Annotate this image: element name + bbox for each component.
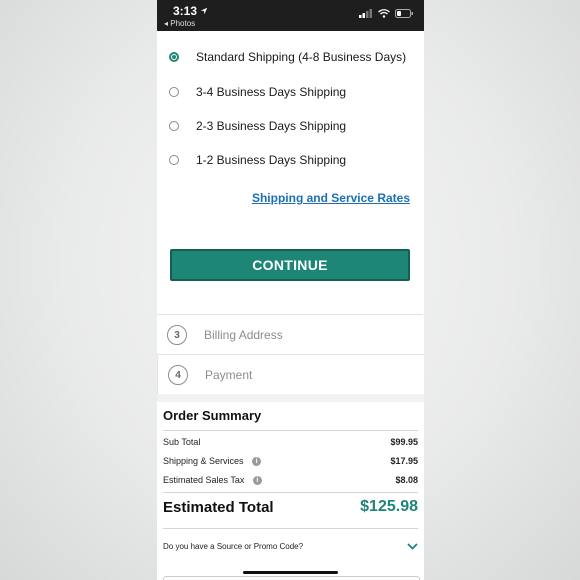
home-indicator (243, 571, 338, 574)
promo-code-label: Do you have a Source or Promo Code? (163, 542, 304, 551)
signal-icon (359, 9, 372, 18)
summary-line-value: $99.95 (390, 437, 418, 447)
section-divider (157, 394, 424, 402)
shipping-option-3-4-days[interactable]: 3-4 Business Days Shipping (169, 82, 346, 102)
shipping-rates-link[interactable]: Shipping and Service Rates (252, 191, 410, 205)
divider (163, 492, 418, 493)
step-number-badge: 4 (168, 365, 188, 385)
step-label: Payment (205, 368, 253, 382)
step-payment[interactable]: 4 Payment (157, 354, 424, 395)
shipping-option-label: 1-2 Business Days Shipping (196, 153, 347, 167)
summary-line-subtotal: Sub Total $99.95 (163, 437, 418, 447)
estimated-total-row: Estimated Total $125.98 (163, 498, 418, 516)
step-number-badge: 3 (167, 325, 187, 345)
estimated-total-value: $125.98 (360, 498, 418, 515)
phone-screen: 3:13 ◂ Photos Standard Shipping (4-8 Bus… (157, 0, 424, 580)
status-icons (359, 9, 414, 18)
estimated-total-label: Estimated Total (163, 498, 274, 516)
status-time: 3:13 (173, 4, 208, 18)
status-time-text: 3:13 (173, 4, 198, 18)
radio-button[interactable] (169, 155, 179, 165)
location-arrow-icon (200, 7, 208, 15)
summary-line-label: Estimated Sales Tax (163, 475, 245, 485)
radio-button-selected[interactable] (169, 52, 179, 62)
summary-line-label: Shipping & Services (163, 456, 244, 466)
divider (163, 528, 418, 529)
shipping-option-2-3-days[interactable]: 2-3 Business Days Shipping (169, 116, 346, 136)
radio-button[interactable] (169, 87, 179, 97)
continue-button[interactable]: CONTINUE (170, 249, 410, 281)
summary-line-shipping: Shipping & Services i $17.95 (163, 456, 418, 467)
summary-line-tax: Estimated Sales Tax i $8.08 (163, 475, 418, 486)
promo-code-toggle[interactable]: Do you have a Source or Promo Code? (163, 542, 418, 551)
summary-line-value: $17.95 (390, 456, 418, 467)
summary-line-value: $8.08 (395, 475, 418, 486)
shipping-option-1-2-days[interactable]: 1-2 Business Days Shipping (169, 150, 346, 170)
step-billing-address[interactable]: 3 Billing Address (157, 314, 423, 355)
next-section-edge (163, 576, 420, 580)
radio-button[interactable] (169, 121, 179, 131)
chevron-down-icon (407, 543, 418, 550)
step-label: Billing Address (204, 328, 283, 342)
info-icon[interactable]: i (252, 476, 262, 486)
status-bar: 3:13 ◂ Photos (157, 0, 424, 31)
shipping-option-label: Standard Shipping (4-8 Business Days) (196, 50, 407, 64)
info-icon[interactable]: i (252, 457, 262, 467)
summary-line-label: Sub Total (163, 437, 201, 447)
shipping-option-label: 3-4 Business Days Shipping (196, 85, 347, 99)
back-to-photos-link[interactable]: ◂ Photos (164, 19, 195, 28)
battery-icon (395, 9, 413, 18)
wifi-icon (378, 9, 390, 18)
order-summary-title: Order Summary (163, 408, 262, 423)
shipping-option-label: 2-3 Business Days Shipping (196, 119, 347, 133)
divider (163, 430, 418, 431)
shipping-option-standard[interactable]: Standard Shipping (4-8 Business Days) (169, 47, 406, 67)
